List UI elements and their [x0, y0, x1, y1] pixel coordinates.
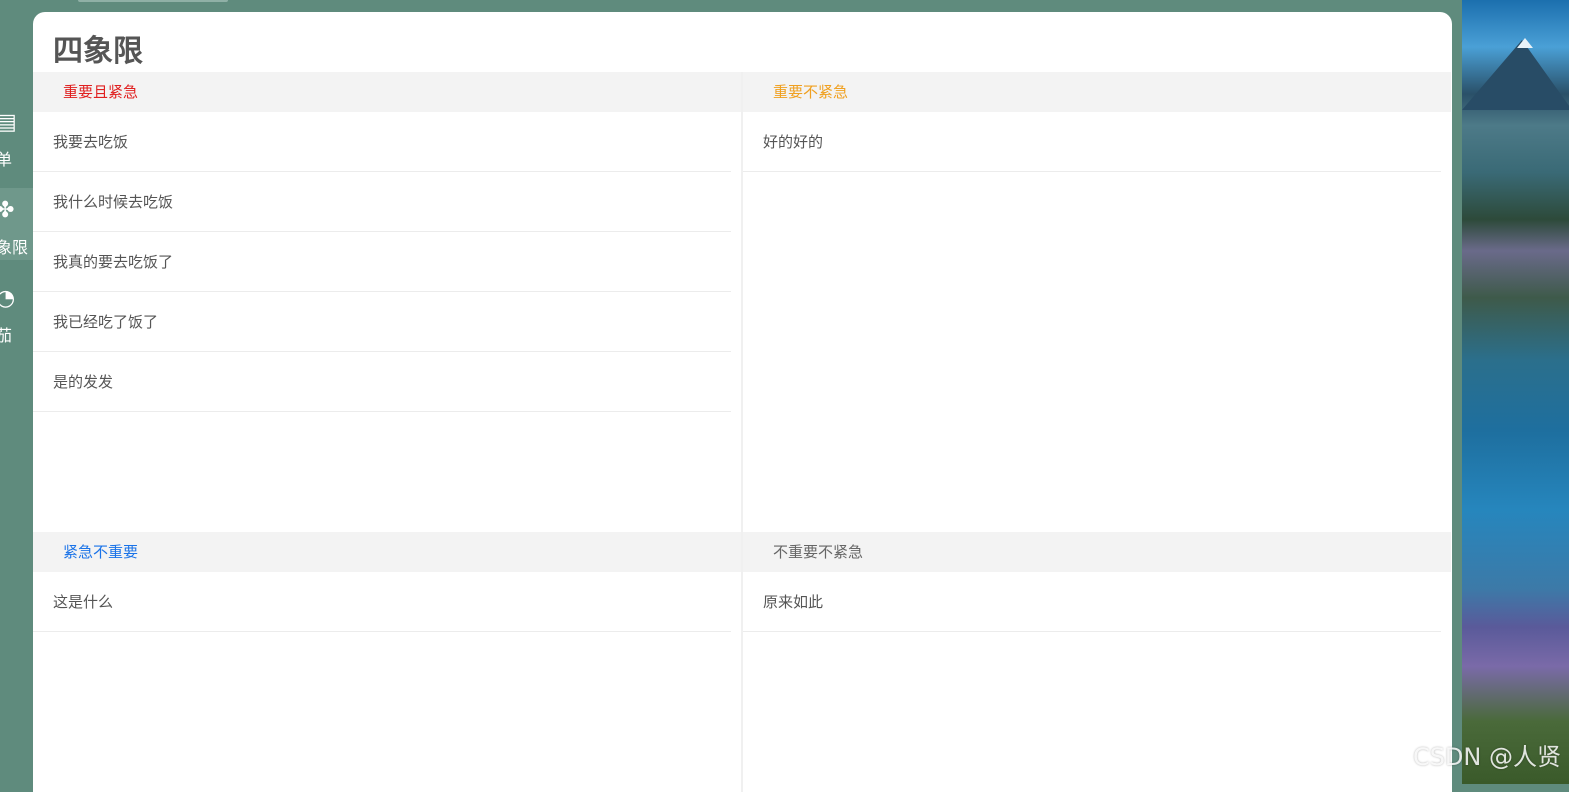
quadrant-title: 紧急不重要 [63, 543, 139, 561]
task-list: 这是什么 [33, 572, 741, 632]
sidebar-item-list[interactable]: ▤ 单 [0, 100, 33, 172]
watermark: CSDN @人贤 [1412, 743, 1561, 771]
task-item[interactable]: 是的发发 [33, 352, 731, 412]
task-item[interactable]: 我已经吃了饭了 [33, 292, 731, 352]
sidebar-item-tomato[interactable]: ◔ 茄 [0, 276, 33, 348]
quadrant-header: 重要且紧急 [33, 72, 741, 112]
task-item[interactable]: 原来如此 [743, 572, 1441, 632]
task-list: 原来如此 [743, 572, 1451, 632]
sidebar: ▤ 单 ✤ 象限 ◔ 茄 [0, 0, 228, 784]
quadrant-title: 重要不紧急 [773, 83, 849, 101]
quadrant-header: 紧急不重要 [33, 532, 741, 572]
quadrant-title: 不重要不紧急 [773, 543, 864, 561]
sidebar-item-quadrant[interactable]: ✤ 象限 [0, 188, 33, 260]
quadrant-header: 不重要不紧急 [743, 532, 1451, 572]
task-item[interactable]: 我要去吃饭 [33, 112, 731, 172]
quadrant-divider [741, 72, 743, 792]
quadrant-title: 重要且紧急 [63, 83, 139, 101]
sidebar-item-label: 象限 [0, 238, 29, 257]
task-item[interactable]: 好的好的 [743, 112, 1441, 172]
task-item[interactable]: 我什么时候去吃饭 [33, 172, 731, 232]
page-title: 四象限 [53, 34, 143, 69]
sidebar-item-label: 茄 [0, 326, 13, 345]
task-list: 我要去吃饭 我什么时候去吃饭 我真的要去吃饭了 我已经吃了饭了 是的发发 [33, 112, 741, 412]
background-scenery [1462, 0, 1569, 784]
task-item[interactable]: 这是什么 [33, 572, 731, 632]
quadrant-panel: 四象限 重要且紧急 我要去吃饭 我什么时候去吃饭 我真的要去吃饭了 我已经吃了饭… [33, 12, 1452, 792]
tomato-timer-icon: ◔ [0, 286, 16, 311]
mountain-shape [1462, 40, 1569, 110]
task-item[interactable]: 我真的要去吃饭了 [33, 232, 731, 292]
sidebar-item-label: 单 [0, 150, 13, 169]
quadrant-urgent-important: 重要且紧急 我要去吃饭 我什么时候去吃饭 我真的要去吃饭了 我已经吃了饭了 是的… [33, 72, 741, 412]
top-tab-indicator [78, 0, 228, 2]
quadrant-not-urgent-not-important: 不重要不紧急 原来如此 [743, 532, 1451, 632]
calendar-icon: ▤ [0, 110, 17, 135]
quadrant-important-not-urgent: 重要不紧急 好的好的 [743, 72, 1451, 172]
quadrant-urgent-not-important: 紧急不重要 这是什么 [33, 532, 741, 632]
snow-peak [1517, 38, 1533, 48]
quadrant-icon: ✤ [0, 198, 15, 223]
task-list: 好的好的 [743, 112, 1451, 172]
quadrant-header: 重要不紧急 [743, 72, 1451, 112]
